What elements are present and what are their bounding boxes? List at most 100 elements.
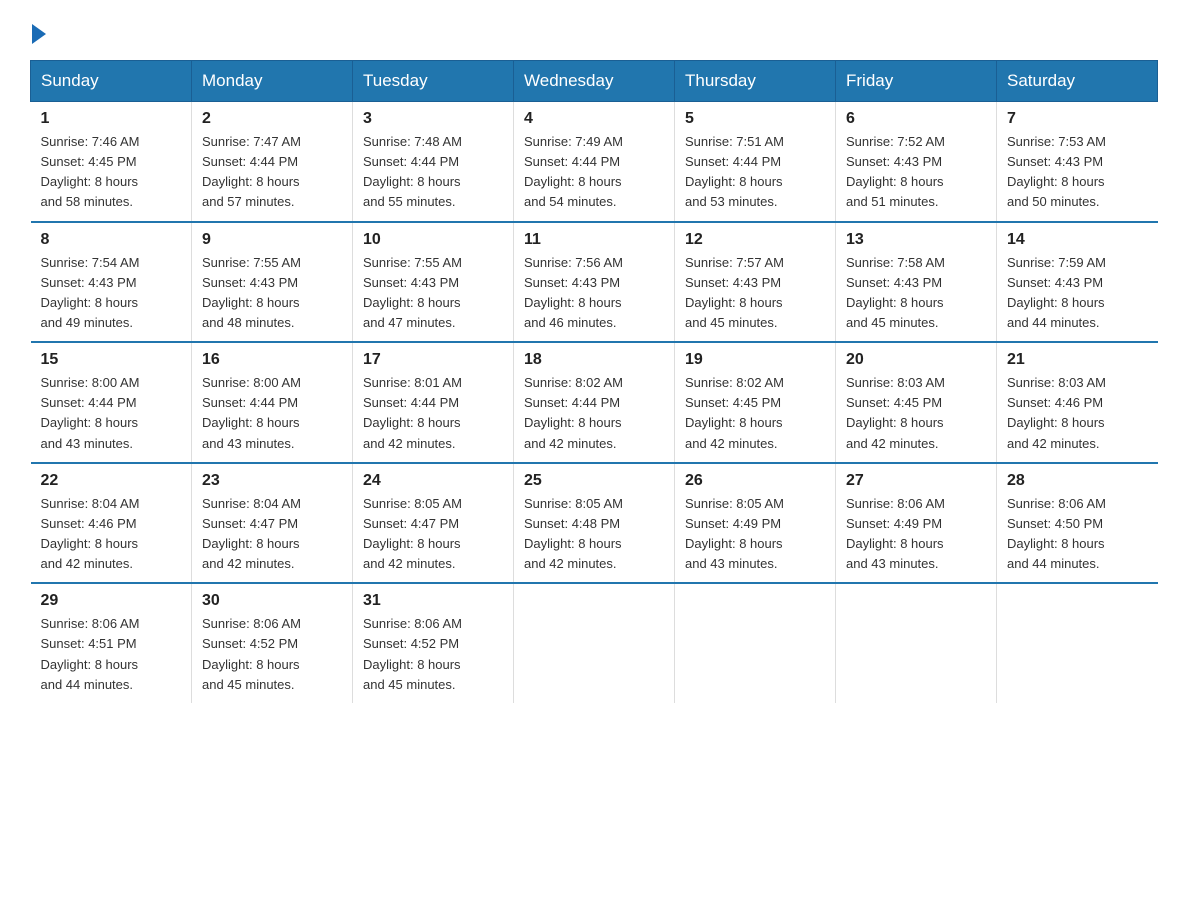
calendar-cell: 25 Sunrise: 8:05 AM Sunset: 4:48 PM Dayl…: [514, 463, 675, 584]
day-number: 1: [41, 110, 182, 128]
day-info: Sunrise: 8:06 AM Sunset: 4:51 PM Dayligh…: [41, 614, 182, 695]
day-number: 16: [202, 351, 342, 369]
calendar-week-5: 29 Sunrise: 8:06 AM Sunset: 4:51 PM Dayl…: [31, 583, 1158, 703]
calendar-cell: 23 Sunrise: 8:04 AM Sunset: 4:47 PM Dayl…: [192, 463, 353, 584]
calendar-cell: 6 Sunrise: 7:52 AM Sunset: 4:43 PM Dayli…: [836, 102, 997, 222]
day-number: 3: [363, 110, 503, 128]
calendar-cell: 7 Sunrise: 7:53 AM Sunset: 4:43 PM Dayli…: [997, 102, 1158, 222]
day-info: Sunrise: 7:53 AM Sunset: 4:43 PM Dayligh…: [1007, 132, 1148, 213]
calendar-cell: 26 Sunrise: 8:05 AM Sunset: 4:49 PM Dayl…: [675, 463, 836, 584]
day-number: 26: [685, 472, 825, 490]
calendar-cell: 31 Sunrise: 8:06 AM Sunset: 4:52 PM Dayl…: [353, 583, 514, 703]
day-info: Sunrise: 8:02 AM Sunset: 4:45 PM Dayligh…: [685, 373, 825, 454]
header-day-thursday: Thursday: [675, 61, 836, 102]
day-info: Sunrise: 7:58 AM Sunset: 4:43 PM Dayligh…: [846, 253, 986, 334]
calendar-cell: [836, 583, 997, 703]
day-number: 5: [685, 110, 825, 128]
day-info: Sunrise: 8:06 AM Sunset: 4:50 PM Dayligh…: [1007, 494, 1148, 575]
calendar-cell: 24 Sunrise: 8:05 AM Sunset: 4:47 PM Dayl…: [353, 463, 514, 584]
calendar-cell: 17 Sunrise: 8:01 AM Sunset: 4:44 PM Dayl…: [353, 342, 514, 463]
day-number: 6: [846, 110, 986, 128]
calendar-cell: [675, 583, 836, 703]
day-info: Sunrise: 8:03 AM Sunset: 4:46 PM Dayligh…: [1007, 373, 1148, 454]
calendar-cell: 27 Sunrise: 8:06 AM Sunset: 4:49 PM Dayl…: [836, 463, 997, 584]
day-number: 14: [1007, 231, 1148, 249]
day-info: Sunrise: 7:56 AM Sunset: 4:43 PM Dayligh…: [524, 253, 664, 334]
day-number: 22: [41, 472, 182, 490]
day-number: 29: [41, 592, 182, 610]
day-number: 15: [41, 351, 182, 369]
day-info: Sunrise: 7:48 AM Sunset: 4:44 PM Dayligh…: [363, 132, 503, 213]
calendar-cell: 16 Sunrise: 8:00 AM Sunset: 4:44 PM Dayl…: [192, 342, 353, 463]
calendar-cell: 11 Sunrise: 7:56 AM Sunset: 4:43 PM Dayl…: [514, 222, 675, 343]
calendar-table: SundayMondayTuesdayWednesdayThursdayFrid…: [30, 60, 1158, 703]
day-number: 21: [1007, 351, 1148, 369]
day-info: Sunrise: 8:05 AM Sunset: 4:47 PM Dayligh…: [363, 494, 503, 575]
day-info: Sunrise: 7:55 AM Sunset: 4:43 PM Dayligh…: [363, 253, 503, 334]
day-number: 28: [1007, 472, 1148, 490]
day-info: Sunrise: 8:04 AM Sunset: 4:46 PM Dayligh…: [41, 494, 182, 575]
day-number: 13: [846, 231, 986, 249]
day-info: Sunrise: 8:02 AM Sunset: 4:44 PM Dayligh…: [524, 373, 664, 454]
day-info: Sunrise: 7:54 AM Sunset: 4:43 PM Dayligh…: [41, 253, 182, 334]
day-number: 23: [202, 472, 342, 490]
calendar-cell: 10 Sunrise: 7:55 AM Sunset: 4:43 PM Dayl…: [353, 222, 514, 343]
day-number: 18: [524, 351, 664, 369]
calendar-week-4: 22 Sunrise: 8:04 AM Sunset: 4:46 PM Dayl…: [31, 463, 1158, 584]
day-info: Sunrise: 7:52 AM Sunset: 4:43 PM Dayligh…: [846, 132, 986, 213]
day-number: 8: [41, 231, 182, 249]
calendar-week-2: 8 Sunrise: 7:54 AM Sunset: 4:43 PM Dayli…: [31, 222, 1158, 343]
calendar-cell: 2 Sunrise: 7:47 AM Sunset: 4:44 PM Dayli…: [192, 102, 353, 222]
day-info: Sunrise: 8:06 AM Sunset: 4:52 PM Dayligh…: [363, 614, 503, 695]
calendar-cell: 19 Sunrise: 8:02 AM Sunset: 4:45 PM Dayl…: [675, 342, 836, 463]
calendar-cell: 15 Sunrise: 8:00 AM Sunset: 4:44 PM Dayl…: [31, 342, 192, 463]
day-info: Sunrise: 8:00 AM Sunset: 4:44 PM Dayligh…: [41, 373, 182, 454]
day-number: 31: [363, 592, 503, 610]
calendar-cell: 9 Sunrise: 7:55 AM Sunset: 4:43 PM Dayli…: [192, 222, 353, 343]
calendar-cell: [514, 583, 675, 703]
calendar-cell: 30 Sunrise: 8:06 AM Sunset: 4:52 PM Dayl…: [192, 583, 353, 703]
day-info: Sunrise: 7:47 AM Sunset: 4:44 PM Dayligh…: [202, 132, 342, 213]
day-number: 4: [524, 110, 664, 128]
calendar-header: SundayMondayTuesdayWednesdayThursdayFrid…: [31, 61, 1158, 102]
logo-arrow-icon: [32, 24, 46, 44]
calendar-cell: 5 Sunrise: 7:51 AM Sunset: 4:44 PM Dayli…: [675, 102, 836, 222]
day-info: Sunrise: 7:57 AM Sunset: 4:43 PM Dayligh…: [685, 253, 825, 334]
calendar-cell: 18 Sunrise: 8:02 AM Sunset: 4:44 PM Dayl…: [514, 342, 675, 463]
day-info: Sunrise: 7:46 AM Sunset: 4:45 PM Dayligh…: [41, 132, 182, 213]
day-number: 12: [685, 231, 825, 249]
day-info: Sunrise: 8:06 AM Sunset: 4:52 PM Dayligh…: [202, 614, 342, 695]
day-info: Sunrise: 8:05 AM Sunset: 4:49 PM Dayligh…: [685, 494, 825, 575]
day-number: 2: [202, 110, 342, 128]
page-header: [30, 20, 1158, 40]
day-number: 19: [685, 351, 825, 369]
day-info: Sunrise: 8:00 AM Sunset: 4:44 PM Dayligh…: [202, 373, 342, 454]
header-day-sunday: Sunday: [31, 61, 192, 102]
day-number: 10: [363, 231, 503, 249]
logo: [30, 20, 46, 40]
day-number: 20: [846, 351, 986, 369]
day-number: 7: [1007, 110, 1148, 128]
day-info: Sunrise: 7:49 AM Sunset: 4:44 PM Dayligh…: [524, 132, 664, 213]
calendar-cell: 4 Sunrise: 7:49 AM Sunset: 4:44 PM Dayli…: [514, 102, 675, 222]
calendar-cell: 22 Sunrise: 8:04 AM Sunset: 4:46 PM Dayl…: [31, 463, 192, 584]
calendar-cell: 1 Sunrise: 7:46 AM Sunset: 4:45 PM Dayli…: [31, 102, 192, 222]
calendar-cell: 13 Sunrise: 7:58 AM Sunset: 4:43 PM Dayl…: [836, 222, 997, 343]
day-info: Sunrise: 8:06 AM Sunset: 4:49 PM Dayligh…: [846, 494, 986, 575]
calendar-cell: 28 Sunrise: 8:06 AM Sunset: 4:50 PM Dayl…: [997, 463, 1158, 584]
calendar-cell: 3 Sunrise: 7:48 AM Sunset: 4:44 PM Dayli…: [353, 102, 514, 222]
day-info: Sunrise: 7:55 AM Sunset: 4:43 PM Dayligh…: [202, 253, 342, 334]
day-number: 17: [363, 351, 503, 369]
calendar-cell: 8 Sunrise: 7:54 AM Sunset: 4:43 PM Dayli…: [31, 222, 192, 343]
header-day-friday: Friday: [836, 61, 997, 102]
day-info: Sunrise: 8:04 AM Sunset: 4:47 PM Dayligh…: [202, 494, 342, 575]
header-day-tuesday: Tuesday: [353, 61, 514, 102]
calendar-cell: 14 Sunrise: 7:59 AM Sunset: 4:43 PM Dayl…: [997, 222, 1158, 343]
calendar-cell: 12 Sunrise: 7:57 AM Sunset: 4:43 PM Dayl…: [675, 222, 836, 343]
day-info: Sunrise: 8:05 AM Sunset: 4:48 PM Dayligh…: [524, 494, 664, 575]
day-number: 11: [524, 231, 664, 249]
day-number: 27: [846, 472, 986, 490]
day-number: 24: [363, 472, 503, 490]
calendar-week-3: 15 Sunrise: 8:00 AM Sunset: 4:44 PM Dayl…: [31, 342, 1158, 463]
day-info: Sunrise: 7:59 AM Sunset: 4:43 PM Dayligh…: [1007, 253, 1148, 334]
